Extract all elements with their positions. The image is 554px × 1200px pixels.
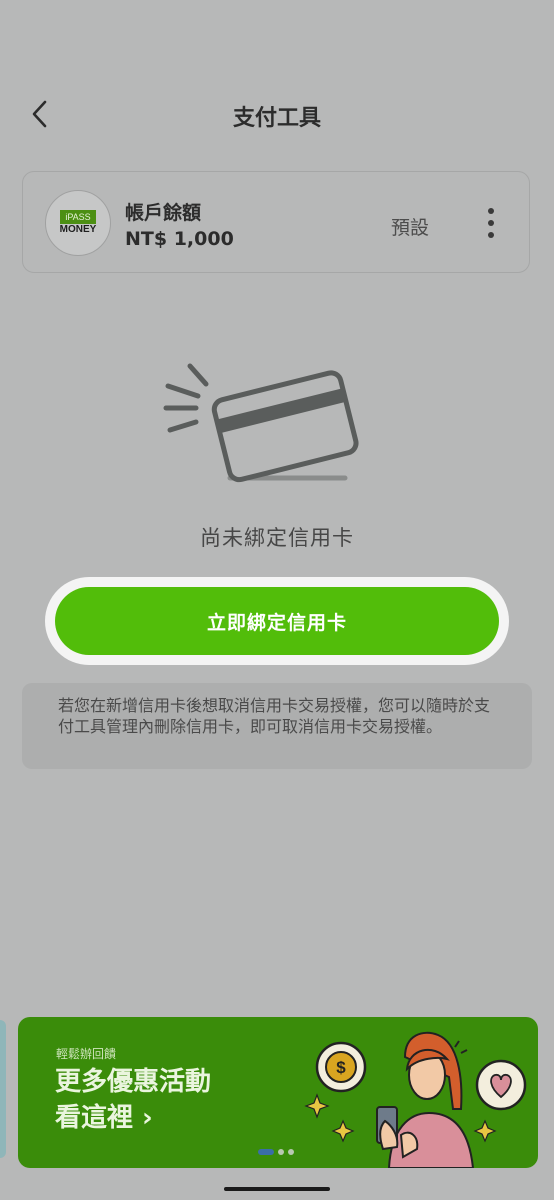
default-badge: 預設	[391, 217, 430, 239]
promo-illustration: $	[304, 1031, 527, 1168]
wallet-name: 帳戶餘額	[125, 202, 202, 224]
logo-top-text: iPASS	[60, 210, 96, 224]
carousel-dot-active	[258, 1149, 274, 1155]
carousel-indicator	[258, 1149, 294, 1155]
wallet-balance: NT$ 1,000	[125, 228, 234, 250]
svg-text:$: $	[336, 1058, 346, 1077]
empty-state-text: 尚未綁定信用卡	[200, 526, 354, 550]
notice-box: 若您在新增信用卡後想取消信用卡交易授權，您可以隨時於支付工具管理內刪除信用卡，即…	[22, 683, 532, 769]
banner-link[interactable]: 看這裡 ›	[55, 1101, 153, 1135]
carousel-dot	[278, 1149, 284, 1155]
ipass-money-logo: iPASS MONEY	[45, 190, 111, 256]
page-title: 支付工具	[232, 106, 321, 131]
logo-bottom-text: MONEY	[59, 224, 97, 235]
home-indicator	[224, 1187, 330, 1191]
previous-banner-peek[interactable]	[0, 1020, 6, 1158]
carousel-dot	[288, 1149, 294, 1155]
banner-title: 更多優惠活動	[55, 1067, 212, 1097]
notice-text: 若您在新增信用卡後想取消信用卡交易授權，您可以隨時於支付工具管理內刪除信用卡，即…	[58, 696, 491, 736]
credit-card-icon	[163, 363, 359, 483]
payment-tools-screen: 支付工具 iPASS MONEY 帳戶餘額 NT$ 1,000 預設 尚未綁定信…	[0, 0, 554, 1200]
wallet-balance-card[interactable]: iPASS MONEY 帳戶餘額 NT$ 1,000 預設	[22, 171, 530, 273]
promo-banner[interactable]: 輕鬆辦回饋 更多優惠活動 看這裡 › $	[18, 1017, 538, 1168]
banner-subtitle: 輕鬆辦回饋	[56, 1047, 117, 1061]
more-vertical-icon[interactable]	[479, 208, 503, 238]
bind-credit-card-button[interactable]: 立即綁定信用卡	[55, 587, 499, 655]
